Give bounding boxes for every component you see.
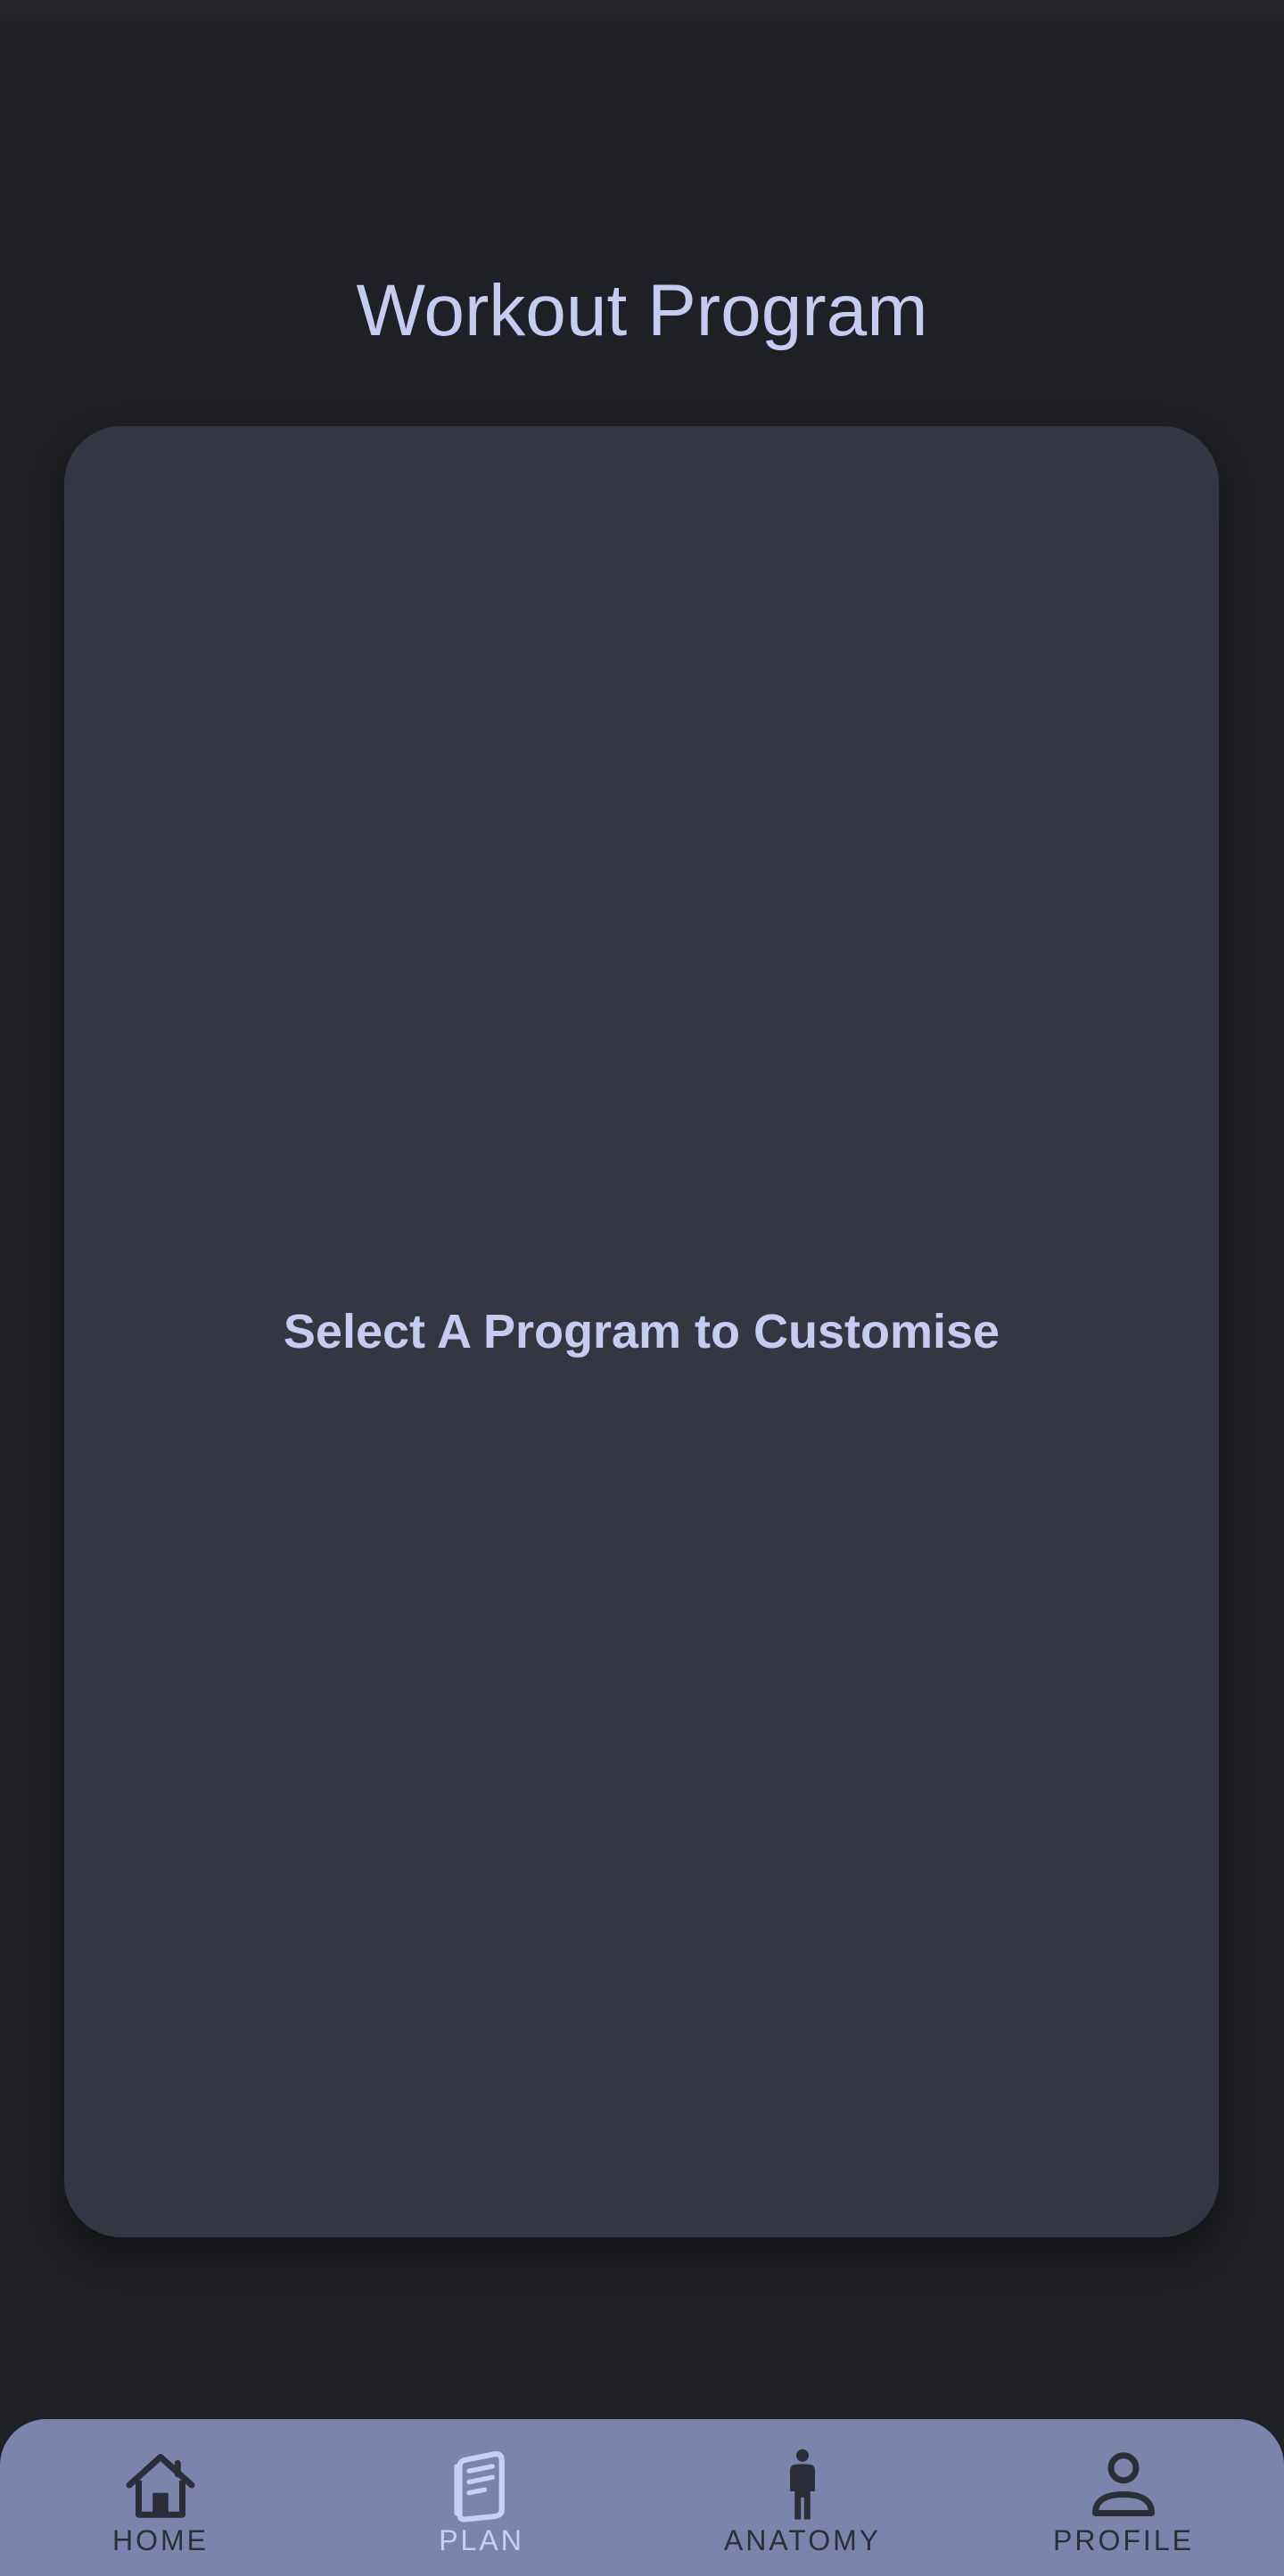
bottom-nav: HOME PLAN ANATOMY PROFILE [0,2419,1284,2576]
nav-label-plan: PLAN [439,2524,524,2556]
nav-label-profile: PROFILE [1053,2524,1194,2556]
nav-item-anatomy[interactable]: ANATOMY [642,2419,963,2576]
nav-item-home[interactable]: HOME [0,2419,321,2576]
status-bar [0,0,1284,25]
user-icon [1092,2452,1155,2516]
home-icon [126,2454,195,2518]
program-card[interactable]: Select A Program to Customise [64,426,1219,2237]
person-figure-icon [790,2449,815,2520]
nav-label-home: HOME [112,2524,209,2556]
page-title: Workout Program [356,270,928,351]
nav-item-plan[interactable]: PLAN [321,2419,642,2576]
document-icon [454,2450,505,2523]
card-message: Select A Program to Customise [283,1305,1000,1358]
nav-label-anatomy: ANATOMY [723,2524,882,2556]
nav-item-profile[interactable]: PROFILE [963,2419,1284,2576]
